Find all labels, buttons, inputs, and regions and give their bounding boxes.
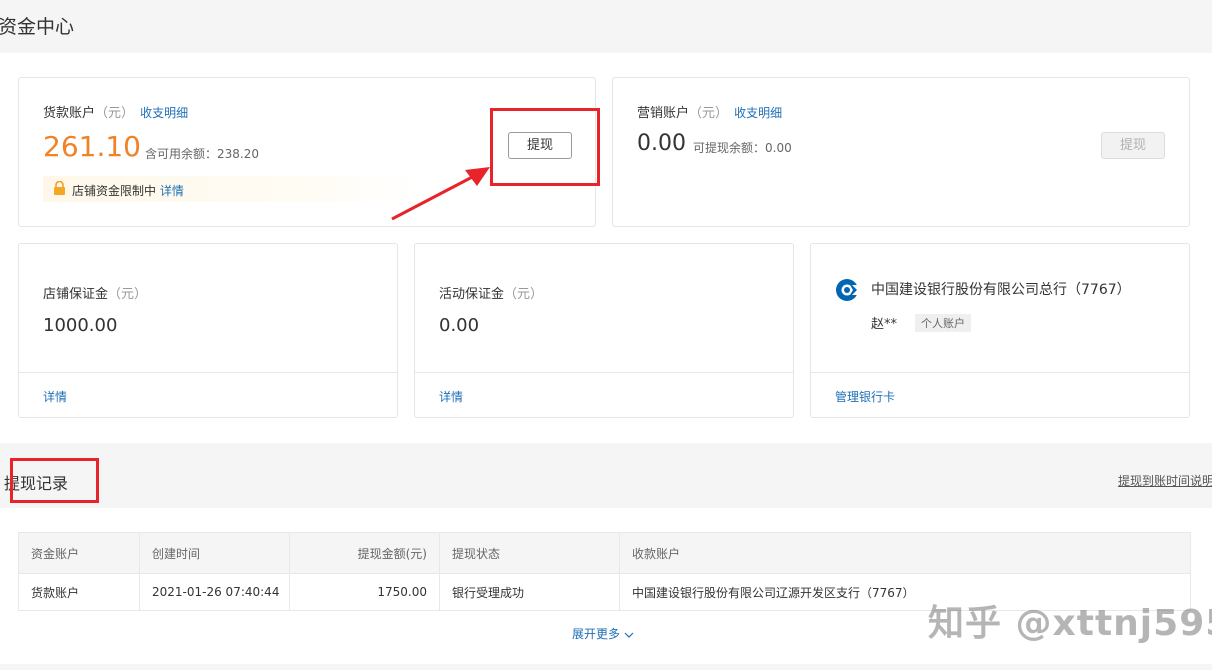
withdraw-arrival-time-help-link[interactable]: 提现到账时间说明 bbox=[1118, 472, 1212, 489]
cell-status: 银行受理成功 bbox=[439, 573, 620, 611]
marketing-account-detail-link[interactable]: 收支明细 bbox=[734, 106, 782, 120]
store-deposit-amount: 1000.00 bbox=[43, 315, 118, 336]
restriction-detail-link[interactable]: 详情 bbox=[160, 184, 184, 198]
column-header-receiving-account: 收款账户 bbox=[619, 532, 1191, 574]
activity-deposit-label: 活动保证金（元） bbox=[439, 283, 543, 302]
withdraw-records-header: 提现记录 提现到账时间说明 bbox=[0, 443, 1212, 508]
annotation-box-withdraw bbox=[490, 108, 600, 186]
marketing-account-card: 营销账户（元） 收支明细 0.00 可提现余额：0.00 提现 bbox=[612, 77, 1190, 227]
store-deposit-detail-link[interactable]: 详情 bbox=[43, 388, 67, 405]
activity-deposit-amount: 0.00 bbox=[439, 315, 480, 336]
bank-card-card: 中国建设银行股份有限公司总行（7767） 赵** 个人账户 管理银行卡 bbox=[810, 243, 1190, 418]
card-divider bbox=[811, 372, 1189, 373]
marketing-account-balance: 0.00 bbox=[637, 131, 686, 156]
card-divider bbox=[19, 372, 397, 373]
expand-more-label: 展开更多 bbox=[572, 627, 621, 641]
lock-icon bbox=[54, 181, 65, 195]
watermark: 知乎 @xttnj595 bbox=[928, 603, 1212, 644]
cell-fund-account: 货款账户 bbox=[18, 573, 140, 611]
column-header-status: 提现状态 bbox=[439, 532, 620, 574]
bank-name: 中国建设银行股份有限公司总行（7767） bbox=[871, 282, 1131, 298]
goods-account-title: 货款账户 bbox=[43, 106, 96, 121]
column-header-amount: 提现金额(元) bbox=[289, 532, 440, 574]
restriction-text: 店铺资金限制中 bbox=[72, 184, 157, 198]
expand-more-link[interactable]: 展开更多 bbox=[572, 625, 634, 642]
goods-account-available-note: 含可用余额：238.20 bbox=[145, 147, 259, 161]
column-header-created-time: 创建时间 bbox=[139, 532, 290, 574]
goods-account-balance: 261.10 bbox=[43, 130, 141, 163]
account-overview-panel: 货款账户（元） 收支明细 261.10 含可用余额：238.20 提现 店铺资金… bbox=[0, 53, 1212, 443]
goods-account-unit: （元） bbox=[95, 106, 135, 121]
page-header: 资金中心 bbox=[0, 0, 1212, 53]
activity-deposit-title: 活动保证金 bbox=[439, 287, 505, 302]
store-deposit-title: 店铺保证金 bbox=[43, 287, 109, 302]
ccb-bank-logo-icon bbox=[836, 279, 859, 301]
restriction-text-wrap: 店铺资金限制中 详情 bbox=[72, 182, 184, 199]
card-divider bbox=[415, 372, 793, 373]
account-type-badge: 个人账户 bbox=[915, 314, 971, 332]
manage-bank-card-link[interactable]: 管理银行卡 bbox=[835, 388, 895, 405]
marketing-account-withdraw-button[interactable]: 提现 bbox=[1101, 132, 1165, 159]
activity-deposit-detail-link[interactable]: 详情 bbox=[439, 388, 463, 405]
goods-account-detail-link[interactable]: 收支明细 bbox=[140, 106, 188, 120]
store-deposit-label: 店铺保证金（元） bbox=[43, 283, 147, 302]
activity-deposit-unit: （元） bbox=[504, 287, 544, 302]
marketing-account-withdrawable-note: 可提现余额：0.00 bbox=[693, 141, 792, 155]
restriction-notice: 店铺资金限制中 详情 bbox=[43, 176, 423, 202]
column-header-fund-account: 资金账户 bbox=[18, 532, 140, 574]
cell-amount: 1750.00 bbox=[289, 573, 440, 611]
activity-deposit-card: 活动保证金（元） 0.00 详情 bbox=[414, 243, 794, 418]
annotation-arrow-icon bbox=[391, 167, 490, 221]
card-holder: 赵** bbox=[871, 317, 898, 332]
page-title: 资金中心 bbox=[0, 16, 75, 38]
store-deposit-card: 店铺保证金（元） 1000.00 详情 bbox=[18, 243, 398, 418]
store-deposit-unit: （元） bbox=[108, 287, 148, 302]
marketing-account-unit: （元） bbox=[689, 106, 729, 121]
cell-created-time: 2021-01-26 07:40:44 bbox=[139, 573, 290, 611]
marketing-account-title: 营销账户 bbox=[637, 106, 690, 121]
marketing-account-label: 营销账户（元） 收支明细 bbox=[637, 102, 782, 121]
annotation-box-records bbox=[10, 458, 99, 503]
table-header-row: 资金账户 创建时间 提现金额(元) 提现状态 收款账户 bbox=[18, 532, 1191, 574]
goods-account-label: 货款账户（元） 收支明细 bbox=[43, 102, 188, 121]
chevron-down-icon bbox=[624, 632, 634, 638]
